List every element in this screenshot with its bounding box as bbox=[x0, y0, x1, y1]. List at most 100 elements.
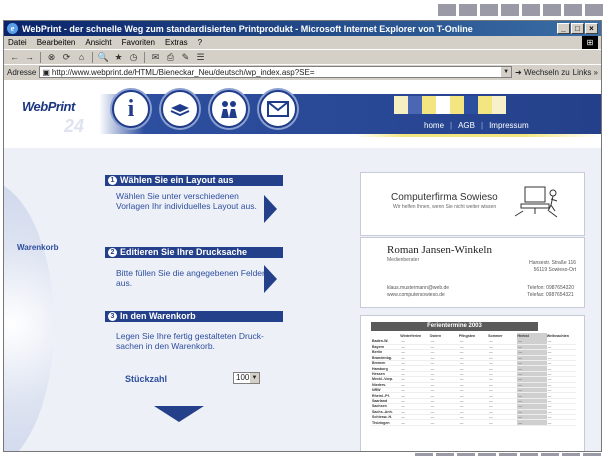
toolbar: ← → ⊗ ⟳ ⌂ 🔍 ★ ◷ ✉ ⎙ ✎ ☰ bbox=[4, 49, 601, 64]
chevron-down-icon[interactable]: ▼ bbox=[250, 373, 259, 383]
card-phone: Telefon: 0987654320 bbox=[527, 285, 574, 291]
menu-bar: Datei Bearbeiten Ansicht Favoriten Extra… bbox=[4, 36, 601, 49]
card-street: Hansestr. Straße 116 bbox=[529, 260, 576, 266]
edit-icon[interactable]: ✎ bbox=[179, 52, 192, 63]
address-label: Adresse bbox=[7, 67, 37, 77]
step-1-header: 1 Wählen Sie ein Layout aus bbox=[105, 175, 283, 186]
card-name: Roman Jansen-Winkeln bbox=[387, 244, 492, 256]
step-3-arrow-icon[interactable] bbox=[154, 406, 204, 422]
go-button[interactable]: ➜ Wechseln zu bbox=[515, 68, 570, 77]
address-bar: Adresse ▣ http://www.webprint.de/HTML/Bi… bbox=[4, 64, 601, 79]
holiday-calendar-preview[interactable]: Ferientermine 2003 Winterferien Ostern Pfi… bbox=[360, 315, 585, 451]
card-address: Hansestr. Straße 116 56119 Sowieso-Ort bbox=[529, 260, 576, 274]
computer-illustration-icon bbox=[514, 186, 558, 218]
calendar-cell: — bbox=[400, 419, 430, 426]
mail-toolbar-icon[interactable]: ✉ bbox=[149, 52, 162, 63]
menu-bearbeiten[interactable]: Bearbeiten bbox=[37, 38, 76, 47]
people-icon[interactable] bbox=[210, 90, 248, 128]
print-icon[interactable]: ⎙ bbox=[164, 52, 177, 63]
quantity-label: Stückzahl bbox=[125, 374, 168, 384]
link-impressum[interactable]: Impressum bbox=[489, 121, 529, 130]
toolbar-divider bbox=[40, 51, 41, 63]
history-icon[interactable]: ◷ bbox=[127, 52, 140, 63]
card-fax: Telefax: 0987654321 bbox=[527, 292, 574, 298]
discuss-icon[interactable]: ☰ bbox=[194, 52, 207, 63]
calendar-cell: — bbox=[546, 419, 576, 426]
ie-logo-icon: e bbox=[7, 23, 18, 34]
search-icon[interactable]: 🔍 bbox=[97, 52, 110, 63]
menu-datei[interactable]: Datei bbox=[8, 38, 27, 47]
card-contact: klaus.mustermann@web.de www.computersowi… bbox=[387, 285, 449, 299]
info-glyph: i bbox=[127, 95, 135, 122]
page-icon: ▣ bbox=[42, 67, 50, 77]
address-input[interactable]: ▣ http://www.webprint.de/HTML/Bieneckar_… bbox=[39, 66, 513, 78]
menu-ansicht[interactable]: Ansicht bbox=[85, 38, 111, 47]
info-icon[interactable]: i bbox=[112, 90, 150, 128]
browser-window: e WebPrint - der schnelle Weg zum standa… bbox=[3, 20, 602, 452]
go-label: Wechseln zu bbox=[523, 67, 570, 77]
link-separator: | bbox=[450, 121, 453, 130]
step-3-number: 3 bbox=[108, 312, 117, 321]
quantity-select[interactable]: 100 ▼ bbox=[233, 372, 260, 384]
calendar-state-name: Thüringen bbox=[371, 419, 401, 426]
business-card-front-preview[interactable]: Computerfirma Sowieso Wir helfen Ihnen, … bbox=[360, 172, 585, 236]
calendar-cell: — bbox=[488, 419, 518, 426]
card-phone-block: Telefon: 0987654320 Telefax: 0987654321 bbox=[527, 285, 574, 299]
maximize-button[interactable]: □ bbox=[571, 23, 584, 34]
stop-icon[interactable]: ⊗ bbox=[45, 52, 58, 63]
favorites-icon[interactable]: ★ bbox=[112, 52, 125, 63]
link-agb[interactable]: AGB bbox=[458, 121, 475, 130]
toolbar-divider bbox=[144, 51, 145, 63]
mail-icon[interactable] bbox=[259, 90, 297, 128]
header-accent-strip bbox=[4, 134, 601, 137]
card-role: Medienberater bbox=[387, 257, 420, 263]
step-3-header: 3 In den Warenkorb bbox=[105, 311, 283, 322]
chevron-down-icon[interactable]: ▼ bbox=[501, 67, 512, 77]
calendar-table: Winterferien Ostern Pfingsten Sommer Herbst W… bbox=[371, 333, 576, 426]
links-button[interactable]: Links » bbox=[573, 68, 598, 77]
window-controls: _ □ × bbox=[557, 23, 598, 34]
card-email: klaus.mustermann@web.de bbox=[387, 285, 450, 291]
step-3-title: In den Warenkorb bbox=[120, 311, 196, 321]
decorative-squares-bottom bbox=[415, 453, 601, 456]
step-1-number: 1 bbox=[108, 176, 117, 185]
site-logo[interactable]: WebPrint bbox=[22, 99, 75, 114]
step-1-title: Wählen Sie ein Layout aus bbox=[120, 175, 234, 185]
forward-icon[interactable]: → bbox=[23, 52, 36, 63]
calendar-cell: — bbox=[429, 419, 459, 426]
calendar-cell: — bbox=[458, 419, 489, 426]
web-page: 24 WebPrint i home | AGB | Impressum War… bbox=[4, 80, 601, 451]
step-3-text: Legen Sie Ihre fertig gestalteten Druck-… bbox=[116, 331, 264, 351]
card-city: 56119 Sowieso-Ort bbox=[533, 267, 576, 273]
paper-stack-icon[interactable] bbox=[161, 90, 199, 128]
link-home[interactable]: home bbox=[424, 121, 444, 130]
logo-number: 24 bbox=[64, 116, 85, 136]
card-web: www.computersowieso.de bbox=[387, 292, 445, 298]
sidebar-warenkorb-link[interactable]: Warenkorb bbox=[17, 243, 59, 252]
step-2-header: 2 Editieren Sie Ihre Drucksache bbox=[105, 247, 283, 258]
windows-logo-icon: ⊞ bbox=[582, 36, 598, 49]
step-2-number: 2 bbox=[108, 248, 117, 257]
menu-help[interactable]: ? bbox=[198, 38, 202, 47]
card-company: Computerfirma Sowieso bbox=[391, 192, 498, 203]
decorative-squares-top bbox=[438, 4, 603, 16]
title-bar: e WebPrint - der schnelle Weg zum standa… bbox=[4, 21, 601, 36]
menu-favoriten[interactable]: Favoriten bbox=[122, 38, 155, 47]
back-icon[interactable]: ← bbox=[8, 52, 21, 63]
home-icon[interactable]: ⌂ bbox=[75, 52, 88, 63]
step-1-text: Wählen Sie unter verschiedenen Vorlagen … bbox=[116, 191, 257, 211]
refresh-icon[interactable]: ⟳ bbox=[60, 52, 73, 63]
step-2-title: Editieren Sie Ihre Drucksache bbox=[120, 247, 248, 257]
site-header: 24 WebPrint i home | AGB | Impressum bbox=[4, 80, 601, 148]
menu-extras[interactable]: Extras bbox=[165, 38, 188, 47]
close-button[interactable]: × bbox=[585, 23, 598, 34]
minimize-button[interactable]: _ bbox=[557, 23, 570, 34]
business-card-back-preview[interactable]: Roman Jansen-Winkeln Medienberater Hanse… bbox=[360, 237, 585, 308]
calendar-body: Baden-W. — — — — — — Bayern — — — — — — Berlin — — — — — — Br… bbox=[371, 339, 576, 426]
step-2-arrow-icon[interactable] bbox=[264, 265, 277, 293]
address-url: http://www.webprint.de/HTML/Bieneckar_Ne… bbox=[51, 67, 315, 77]
header-color-blocks bbox=[394, 96, 506, 114]
toolbar-divider bbox=[92, 51, 93, 63]
card-slogan: Wir helfen Ihnen, wenn Sie nicht weiter … bbox=[393, 204, 497, 210]
step-1-arrow-icon[interactable] bbox=[264, 195, 277, 223]
